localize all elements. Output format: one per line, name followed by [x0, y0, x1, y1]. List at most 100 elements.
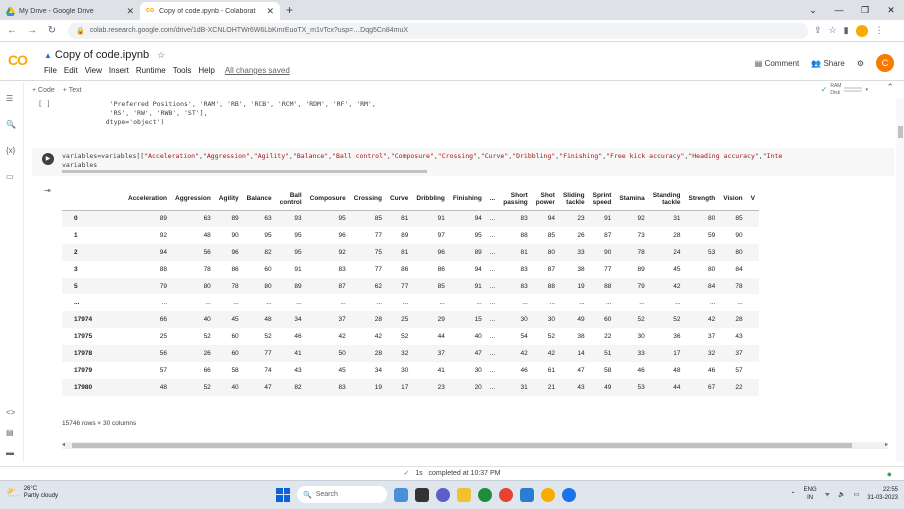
- add-text-button[interactable]: + Text: [63, 87, 82, 94]
- row-index: 3: [74, 265, 78, 273]
- table-cell: 28: [673, 231, 681, 239]
- forward-arrow-icon[interactable]: →: [24, 25, 40, 36]
- star-icon[interactable]: ☆: [157, 50, 165, 60]
- table-cell: 46: [520, 366, 528, 374]
- run-cell-button[interactable]: ▶: [42, 153, 54, 165]
- row-index: 5: [62, 277, 124, 295]
- table-cell: 46: [294, 333, 302, 341]
- output-toggle-icon[interactable]: ⇥: [44, 186, 51, 195]
- table-cell: 56: [124, 345, 172, 363]
- menu-view[interactable]: View: [85, 66, 102, 75]
- close-window-icon[interactable]: ✕: [878, 5, 904, 16]
- new-tab-button[interactable]: +: [286, 3, 293, 17]
- column-header: Sprint speed: [588, 188, 616, 211]
- settings-gear-icon[interactable]: ⚙: [857, 59, 864, 68]
- table-cell: 52: [171, 378, 215, 396]
- table-cell: 40: [474, 333, 482, 341]
- search-label: Search: [315, 491, 338, 498]
- reload-icon[interactable]: ↻: [44, 25, 60, 36]
- status-duration: 1s: [415, 470, 423, 477]
- table-cell: 78: [203, 265, 211, 273]
- store-icon[interactable]: [520, 487, 534, 502]
- scroll-left-icon[interactable]: ◂: [62, 441, 65, 448]
- tray-overflow-icon[interactable]: ⌃: [791, 491, 796, 498]
- comment-button[interactable]: ▤ Comment: [755, 59, 799, 68]
- user-avatar[interactable]: C: [876, 54, 894, 72]
- output-horizontal-scrollbar[interactable]: ◂ ▸: [62, 442, 888, 449]
- command-palette-icon[interactable]: ▤: [6, 428, 14, 437]
- table-cell: 94: [448, 210, 486, 227]
- menu-insert[interactable]: Insert: [109, 66, 129, 75]
- table-of-contents-icon[interactable]: ☰: [6, 94, 13, 103]
- collapse-up-icon[interactable]: ⌃: [886, 82, 894, 93]
- restore-icon[interactable]: ❐: [852, 5, 878, 16]
- windows-start-icon[interactable]: [276, 487, 290, 502]
- code-prefix: variables=variables[[: [62, 152, 145, 160]
- dropdown-icon[interactable]: ▾: [865, 87, 868, 93]
- table-cell: ...: [266, 299, 272, 307]
- menu-runtime[interactable]: Runtime: [136, 66, 166, 75]
- weather-widget[interactable]: ⛅ 26°C Partly cloudy: [6, 486, 58, 500]
- table-cell: ...: [485, 378, 500, 396]
- code-scrollbar[interactable]: [62, 170, 427, 173]
- file-explorer-icon[interactable]: [457, 487, 471, 502]
- bookmark-star-icon[interactable]: ☆: [829, 25, 837, 36]
- variables-icon[interactable]: {x}: [6, 146, 15, 155]
- close-tab-icon[interactable]: ✕: [266, 6, 274, 17]
- language-indicator[interactable]: ENG IN: [804, 486, 817, 502]
- table-cell: 60: [214, 345, 243, 363]
- table-row: 17978 56 26 60 77 41 50 28 32 37 47... 42 42 14 51 33 17…: [62, 345, 759, 363]
- add-code-button[interactable]: + Code: [32, 87, 55, 94]
- files-folder-icon[interactable]: ▭: [6, 172, 14, 181]
- battery-icon[interactable]: ▭: [854, 491, 860, 498]
- browser-menu-icon[interactable]: ⋮: [875, 25, 884, 36]
- left-sidebar: ☰ 🔍 {x} ▭ <> ▤ ▬: [0, 82, 24, 462]
- teams-icon[interactable]: [436, 487, 450, 502]
- terminal-icon[interactable]: ▬: [6, 448, 14, 457]
- url-field[interactable]: 🔒 colab.research.google.com/drive/1dB-XC…: [68, 22, 808, 39]
- code-cell-active[interactable]: ▶ variables=variables[["Acceleration","A…: [32, 148, 894, 176]
- table-cell: 60: [264, 265, 272, 273]
- share-page-icon[interactable]: ⇪: [814, 25, 822, 36]
- chrome-icon[interactable]: [499, 487, 513, 502]
- save-status[interactable]: All changes saved: [225, 66, 290, 75]
- lang-line1: ENG: [803, 487, 817, 493]
- menu-file[interactable]: File: [44, 66, 57, 75]
- browser-icon[interactable]: [562, 487, 576, 502]
- colab-logo[interactable]: CO: [8, 52, 28, 68]
- search-icon[interactable]: 🔍: [6, 120, 16, 129]
- page-vertical-scrollbar[interactable]: [896, 98, 904, 462]
- tab-colab[interactable]: co Copy of code.ipynb - Colaborat ✕: [140, 2, 280, 20]
- disk-bar: [844, 90, 863, 92]
- code-snippets-icon[interactable]: <>: [6, 408, 15, 417]
- code-editor[interactable]: variables=variables[["Acceleration","Agg…: [62, 152, 892, 170]
- taskbar-apps: 🔍 Search: [276, 486, 576, 503]
- taskbar-search[interactable]: 🔍 Search: [297, 486, 387, 503]
- edge-icon[interactable]: [478, 487, 492, 502]
- table-cell: 56: [171, 243, 215, 261]
- scrollbar-thumb[interactable]: [72, 443, 852, 448]
- chrome-profile-icon[interactable]: [541, 487, 555, 502]
- status-check-icon: ✓: [403, 470, 410, 477]
- minimize-icon[interactable]: —: [826, 5, 852, 15]
- notebook-title[interactable]: ▲ Copy of code.ipynb ☆: [44, 49, 165, 61]
- share-button[interactable]: 👥 Share: [811, 59, 845, 68]
- sidebar-icon[interactable]: ▮: [844, 25, 849, 36]
- task-view-icon[interactable]: [415, 487, 429, 502]
- resource-indicator[interactable]: ✓ RAM Disk ▾: [821, 83, 868, 96]
- menu-edit[interactable]: Edit: [64, 66, 78, 75]
- volume-icon[interactable]: 🔈: [838, 491, 845, 498]
- profile-avatar[interactable]: [855, 24, 868, 37]
- tab-search-icon[interactable]: ⌄: [800, 5, 826, 16]
- scroll-right-icon[interactable]: ▸: [885, 441, 888, 448]
- meet-icon[interactable]: [394, 487, 408, 502]
- code-cell-previous[interactable]: [ ] 'Preferred Positions', 'RAM', 'RB', …: [38, 100, 376, 126]
- close-tab-icon[interactable]: ✕: [126, 6, 134, 17]
- clock[interactable]: 22:55 31-03-2023: [867, 486, 898, 502]
- wifi-icon[interactable]: ᯤ: [825, 490, 830, 498]
- back-arrow-icon[interactable]: ←: [4, 25, 20, 36]
- menu-help[interactable]: Help: [198, 66, 214, 75]
- scrollbar-thumb[interactable]: [898, 126, 903, 138]
- tab-drive[interactable]: My Drive - Google Drive ✕: [0, 2, 140, 20]
- menu-tools[interactable]: Tools: [173, 66, 192, 75]
